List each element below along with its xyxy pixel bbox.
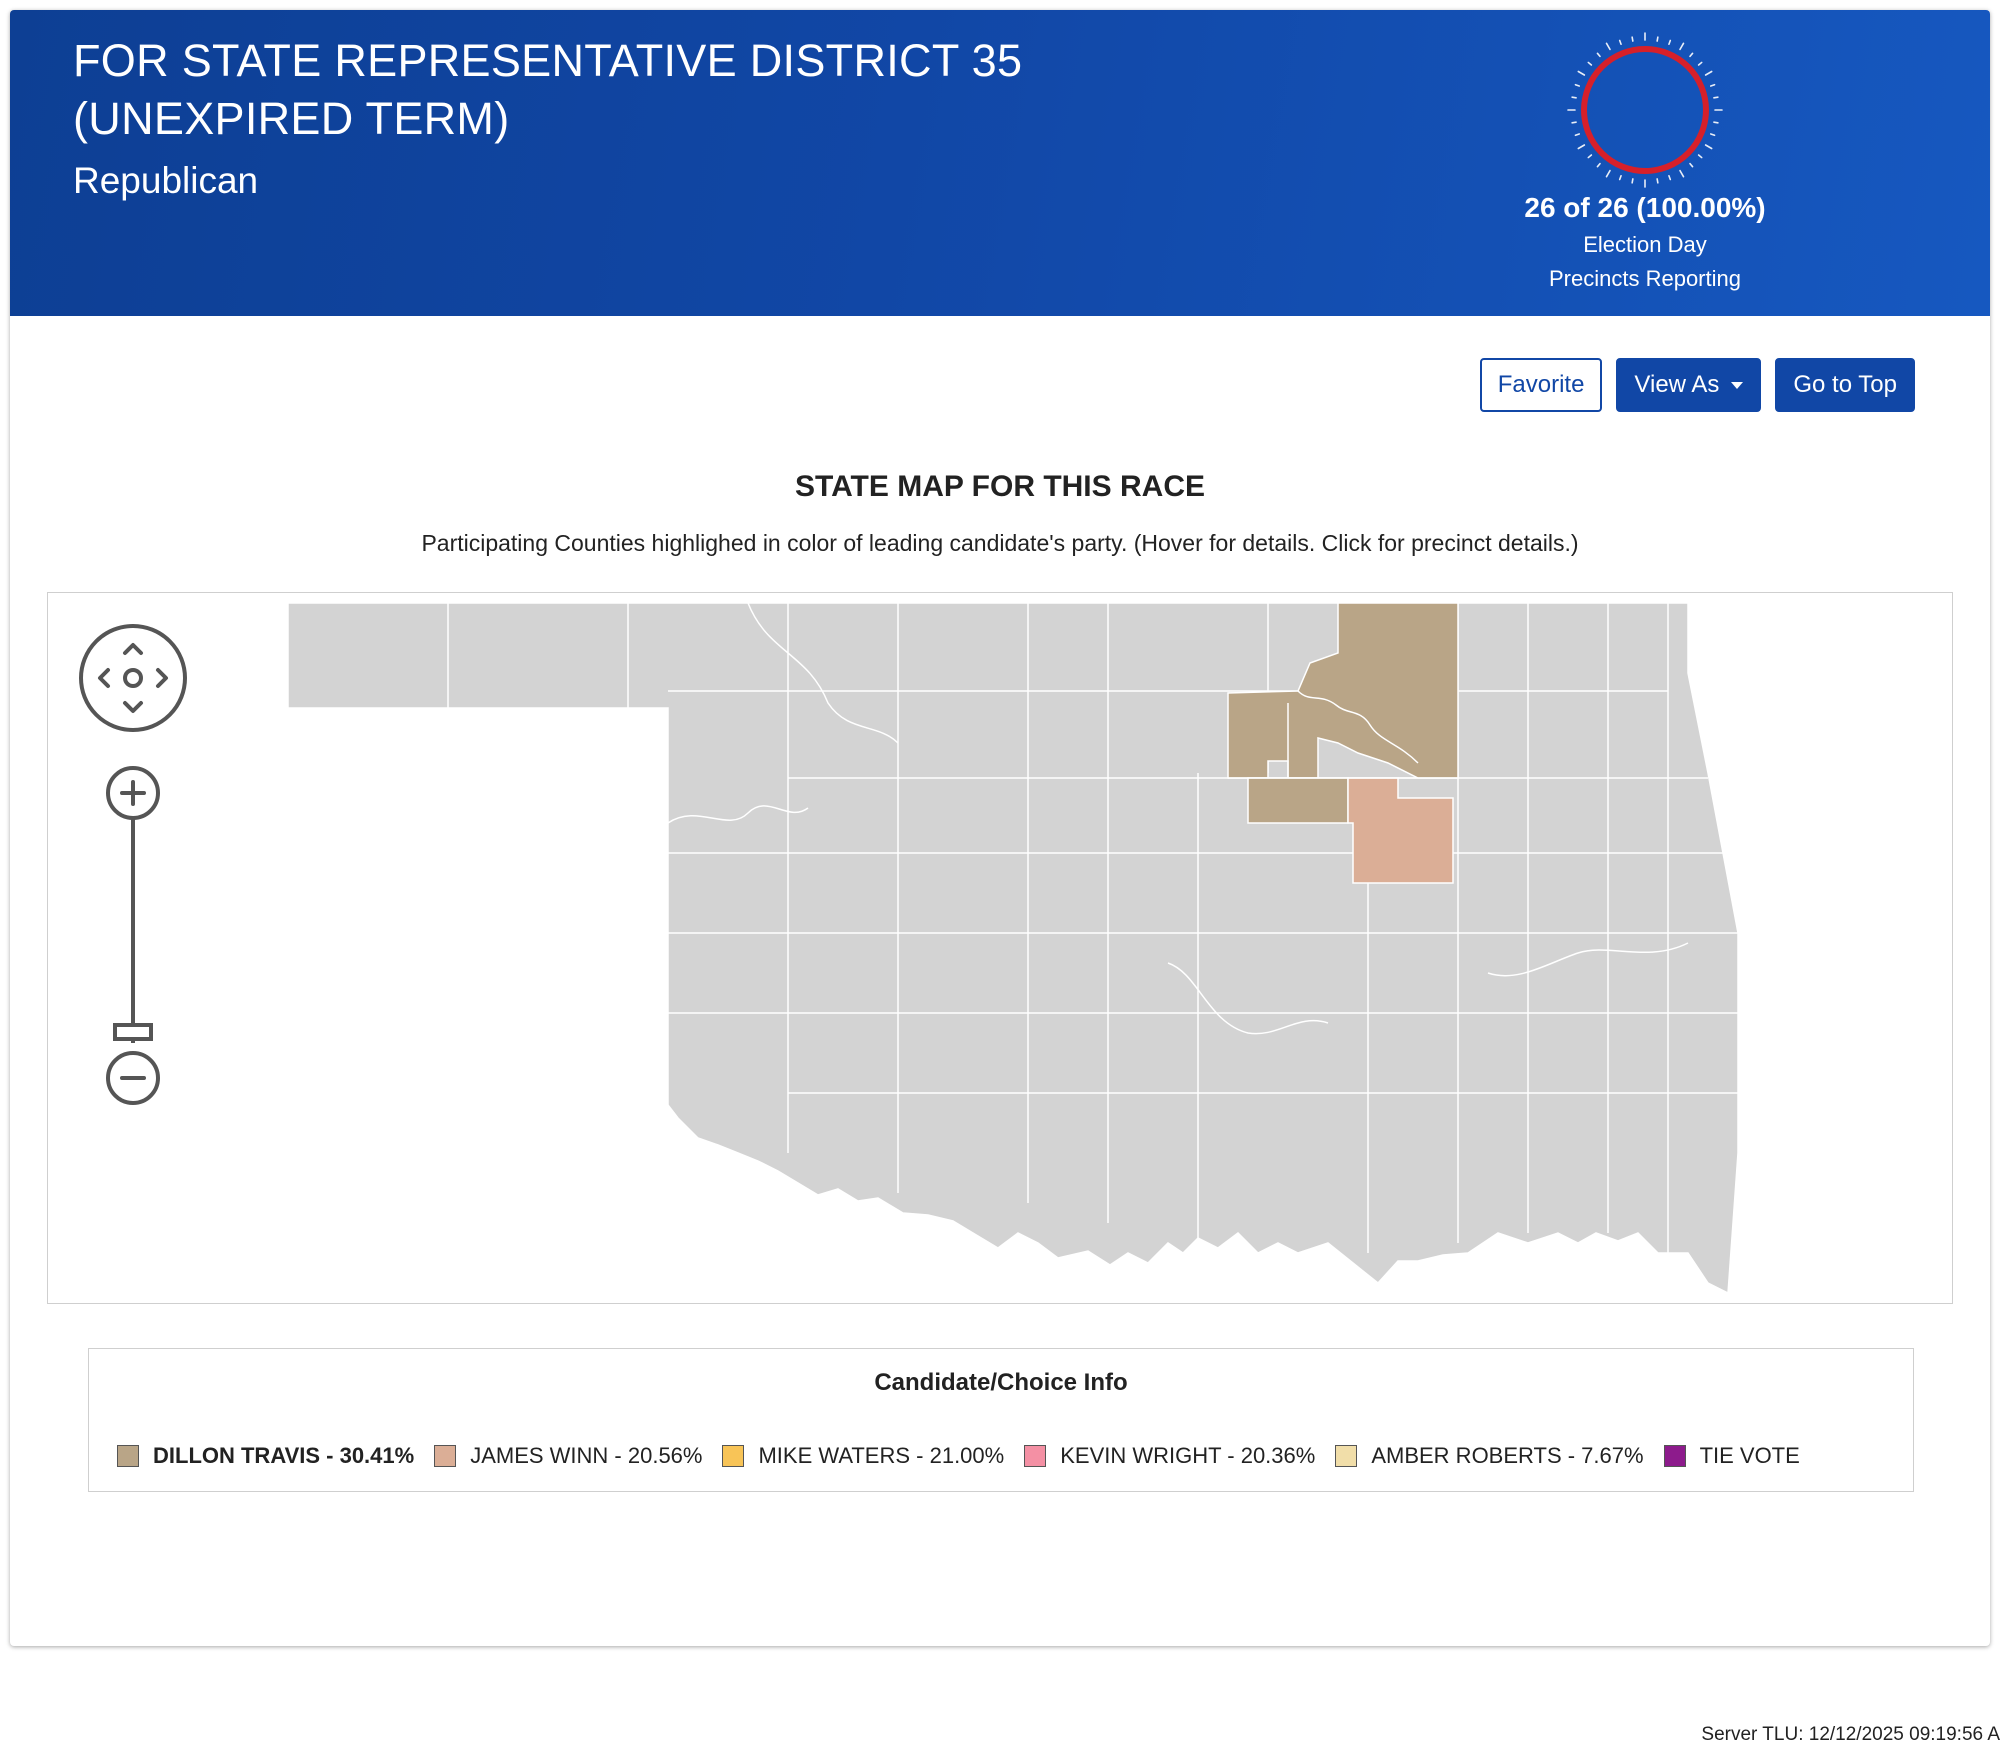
reporting-count: 26 of 26 (100.00%) bbox=[1524, 192, 1766, 223]
pan-icon[interactable] bbox=[79, 624, 187, 732]
ring-tick bbox=[1587, 61, 1593, 66]
race-card: FOR STATE REPRESENTATIVE DISTRICT 35 (UN… bbox=[10, 10, 1990, 1646]
map-subheading: Participating Counties highlighed in col… bbox=[421, 530, 1579, 556]
legend-item: MIKE WATERS - 21.00% bbox=[722, 1443, 1004, 1469]
legend-label: KEVIN WRIGHT - 20.36% bbox=[1060, 1443, 1316, 1468]
legend-label: DILLON TRAVIS - 30.41% bbox=[153, 1443, 415, 1468]
state-map[interactable] bbox=[47, 592, 1953, 1304]
ring-tick bbox=[1596, 52, 1601, 58]
ring-tick bbox=[1689, 52, 1694, 58]
race-title-line2: (UNEXPIRED TERM) bbox=[73, 93, 510, 144]
ring-tick bbox=[1605, 169, 1611, 178]
ring-tick bbox=[1689, 162, 1694, 168]
reporting-summary: 26 of 26 (100.00%) Election Day Precinct… bbox=[1460, 188, 1830, 296]
legend-item: AMBER ROBERTS - 7.67% bbox=[1335, 1443, 1644, 1469]
legend-item: TIE VOTE bbox=[1663, 1443, 1800, 1469]
ring-tick bbox=[1574, 83, 1581, 87]
ring-tick bbox=[1596, 162, 1601, 168]
ring-tick bbox=[1679, 169, 1685, 178]
ring-tick bbox=[1631, 36, 1634, 42]
legend-swatch bbox=[434, 1445, 457, 1467]
state-outline[interactable] bbox=[287, 602, 1739, 1295]
server-tlu: Server TLU: 12/12/2025 09:19:56 A bbox=[1701, 1724, 2000, 1745]
zoom-in-icon[interactable] bbox=[106, 766, 160, 820]
ring-tick bbox=[1713, 96, 1719, 99]
county-leading-dillon-travis-south[interactable] bbox=[1247, 777, 1349, 824]
legend-label: JAMES WINN - 20.56% bbox=[470, 1443, 703, 1468]
ring-tick bbox=[1656, 178, 1659, 184]
ring-tick bbox=[1668, 39, 1672, 46]
ring-tick bbox=[1571, 96, 1577, 99]
ring-tick bbox=[1709, 83, 1716, 87]
ring-tick bbox=[1574, 133, 1581, 137]
race-header: FOR STATE REPRESENTATIVE DISTRICT 35 (UN… bbox=[10, 10, 1990, 316]
legend-swatch bbox=[117, 1445, 139, 1467]
legend-items: DILLON TRAVIS - 30.41% JAMES WINN - 20.5… bbox=[117, 1443, 1820, 1469]
favorite-button[interactable]: Favorite bbox=[1479, 358, 1603, 412]
legend-label: MIKE WATERS - 21.00% bbox=[758, 1443, 1005, 1468]
ring-tick bbox=[1577, 144, 1586, 150]
ring-tick bbox=[1704, 144, 1713, 150]
legend-swatch bbox=[1663, 1445, 1686, 1467]
caret-down-icon bbox=[1731, 381, 1744, 389]
legend-item: DILLON TRAVIS - 30.41% bbox=[117, 1443, 414, 1469]
legend-label: TIE VOTE bbox=[1699, 1443, 1800, 1468]
ring-tick bbox=[1656, 36, 1659, 42]
legend-item: JAMES WINN - 20.56% bbox=[434, 1443, 702, 1469]
ring-tick bbox=[1704, 70, 1713, 76]
ring-tick bbox=[1631, 178, 1634, 184]
race-title: FOR STATE REPRESENTATIVE DISTRICT 35 (UN… bbox=[73, 32, 1373, 148]
reporting-progress-ring bbox=[1567, 32, 1723, 188]
ring-tick bbox=[1709, 133, 1716, 137]
legend-swatch bbox=[722, 1445, 745, 1467]
ring-tick bbox=[1668, 174, 1672, 181]
ring-tick bbox=[1618, 174, 1622, 181]
ring-tick bbox=[1618, 39, 1622, 46]
map-heading: STATE MAP FOR THIS RACE bbox=[794, 470, 1205, 503]
legend-swatch bbox=[1024, 1445, 1047, 1467]
ring-tick bbox=[1713, 121, 1719, 124]
race-party: Republican bbox=[73, 160, 259, 201]
go-to-top-button[interactable]: Go to Top bbox=[1775, 358, 1915, 412]
legend-title: Candidate/Choice Info bbox=[874, 1369, 1128, 1396]
ring-tick bbox=[1605, 42, 1611, 51]
view-as-label: View As bbox=[1634, 371, 1720, 398]
reporting-label-precincts: Precincts Reporting bbox=[1549, 266, 1741, 291]
ring-tick bbox=[1577, 70, 1586, 76]
ring-tick bbox=[1679, 42, 1685, 51]
reporting-label-election-day: Election Day bbox=[1583, 232, 1707, 257]
ring-tick bbox=[1697, 61, 1703, 66]
zoom-slider-handle[interactable] bbox=[113, 1023, 153, 1041]
candidate-legend: Candidate/Choice Info DILLON TRAVIS - 30… bbox=[88, 1348, 1914, 1492]
ring-tick bbox=[1571, 121, 1577, 124]
map-controls bbox=[79, 624, 187, 1105]
race-toolbar: Favorite View As Go to Top bbox=[1479, 358, 1915, 412]
ring-tick bbox=[1587, 154, 1593, 159]
legend-swatch bbox=[1335, 1445, 1358, 1467]
progress-arc bbox=[1581, 46, 1709, 174]
view-as-button[interactable]: View As bbox=[1616, 358, 1762, 412]
state-map-svg[interactable] bbox=[48, 593, 1954, 1305]
legend-item: KEVIN WRIGHT - 20.36% bbox=[1024, 1443, 1315, 1469]
ring-tick bbox=[1697, 154, 1703, 159]
legend-label: AMBER ROBERTS - 7.67% bbox=[1371, 1443, 1644, 1468]
zoom-out-icon[interactable] bbox=[106, 1051, 160, 1105]
race-title-line1: FOR STATE REPRESENTATIVE DISTRICT 35 bbox=[73, 35, 1023, 86]
